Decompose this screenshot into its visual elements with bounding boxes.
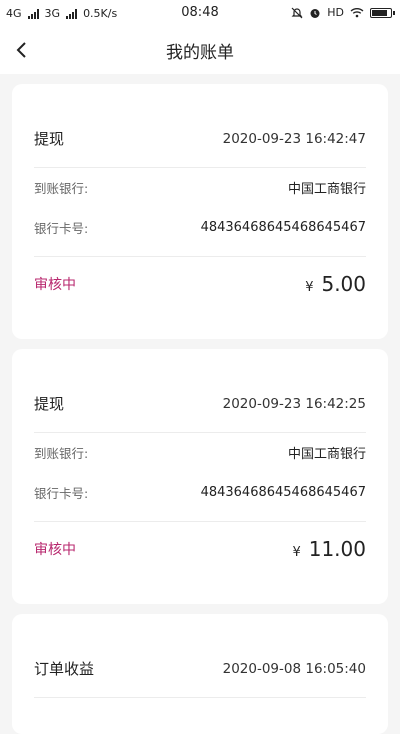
hd-label: HD bbox=[327, 6, 344, 19]
bank-name: 中国工商银行 bbox=[287, 447, 366, 462]
page-title: 我的账单 bbox=[166, 42, 234, 63]
bank-label: 到账银行: bbox=[34, 446, 89, 461]
bill-type: 提现 bbox=[34, 130, 65, 148]
wifi-icon bbox=[350, 8, 364, 18]
card-label: 银行卡号: bbox=[34, 221, 89, 236]
status-bar-right: HD bbox=[291, 6, 395, 19]
battery-icon bbox=[370, 7, 395, 18]
bank-label: 到账银行: bbox=[34, 181, 89, 196]
bill-time: 2020-09-23 16:42:47 bbox=[222, 130, 366, 147]
bank-name: 中国工商银行 bbox=[287, 182, 366, 197]
card-number: 48436468645468645467 bbox=[200, 220, 366, 235]
card-number: 48436468645468645467 bbox=[200, 485, 366, 500]
bill-amount: ¥ 5.00 bbox=[305, 272, 366, 296]
amount-value: 11.00 bbox=[308, 537, 366, 561]
amount-value: 5.00 bbox=[321, 272, 366, 296]
back-button[interactable] bbox=[10, 38, 34, 62]
bill-time: 2020-09-23 16:42:25 bbox=[222, 395, 366, 412]
bill-type: 提现 bbox=[34, 395, 65, 413]
mute-bell-icon bbox=[291, 7, 303, 18]
bill-amount: ¥ 11.00 bbox=[292, 537, 366, 561]
nav-bar: 我的账单 bbox=[0, 26, 400, 74]
currency-symbol: ¥ bbox=[305, 280, 314, 295]
divider bbox=[34, 432, 366, 433]
divider bbox=[34, 697, 366, 698]
currency-symbol: ¥ bbox=[292, 545, 301, 560]
divider bbox=[34, 256, 366, 257]
status-badge: 审核中 bbox=[34, 277, 76, 293]
bill-time: 2020-09-08 16:05:40 bbox=[222, 660, 366, 677]
divider bbox=[34, 167, 366, 168]
bill-type: 订单收益 bbox=[34, 660, 95, 678]
alarm-icon bbox=[310, 8, 320, 18]
divider bbox=[34, 521, 366, 522]
status-badge: 审核中 bbox=[34, 542, 76, 558]
chevron-left-icon bbox=[16, 42, 26, 58]
bill-card[interactable]: 提现 2020-09-23 16:42:25 到账银行: 中国工商银行 银行卡号… bbox=[12, 349, 388, 604]
status-bar: 4G 3G 0.5K/s 08:48 HD bbox=[0, 0, 400, 26]
bill-card[interactable]: 提现 2020-09-23 16:42:47 到账银行: 中国工商银行 银行卡号… bbox=[12, 84, 388, 339]
bill-card[interactable]: 订单收益 2020-09-08 16:05:40 bbox=[12, 614, 388, 734]
card-label: 银行卡号: bbox=[34, 486, 89, 501]
